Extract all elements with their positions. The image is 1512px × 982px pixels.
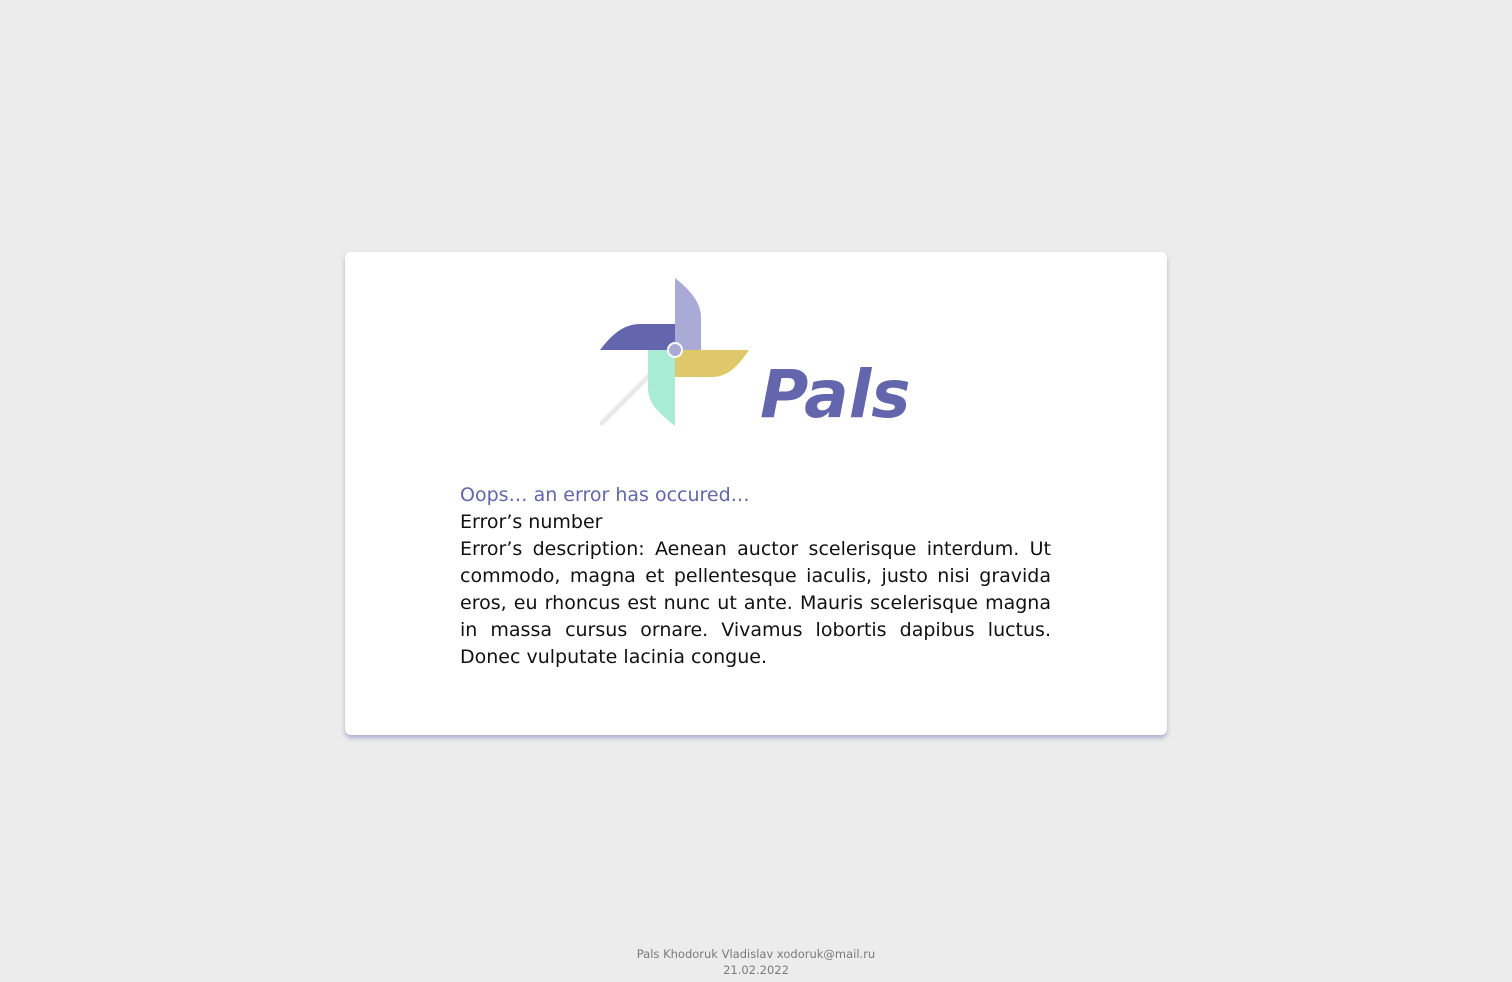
footer-credits: Pals Khodoruk Vladislav xodoruk@mail.ru bbox=[636, 947, 876, 961]
pinwheel-icon bbox=[600, 278, 749, 426]
error-card: Pals Oops… an error has occured… Error’s… bbox=[345, 252, 1167, 735]
error-number: Error’s number bbox=[460, 511, 603, 533]
footer-date: 21.02.2022 bbox=[723, 963, 789, 977]
error-title: Oops… an error has occured… bbox=[460, 484, 750, 506]
error-content: Oops… an error has occured… Error’s numb… bbox=[460, 482, 1051, 671]
page-footer: Pals Khodoruk Vladislav xodoruk@mail.ru … bbox=[0, 946, 1512, 978]
brand-name: Pals bbox=[760, 356, 911, 433]
brand-logo: Pals bbox=[600, 276, 920, 436]
error-description: Error’s description: Aenean auctor scele… bbox=[460, 538, 1051, 668]
